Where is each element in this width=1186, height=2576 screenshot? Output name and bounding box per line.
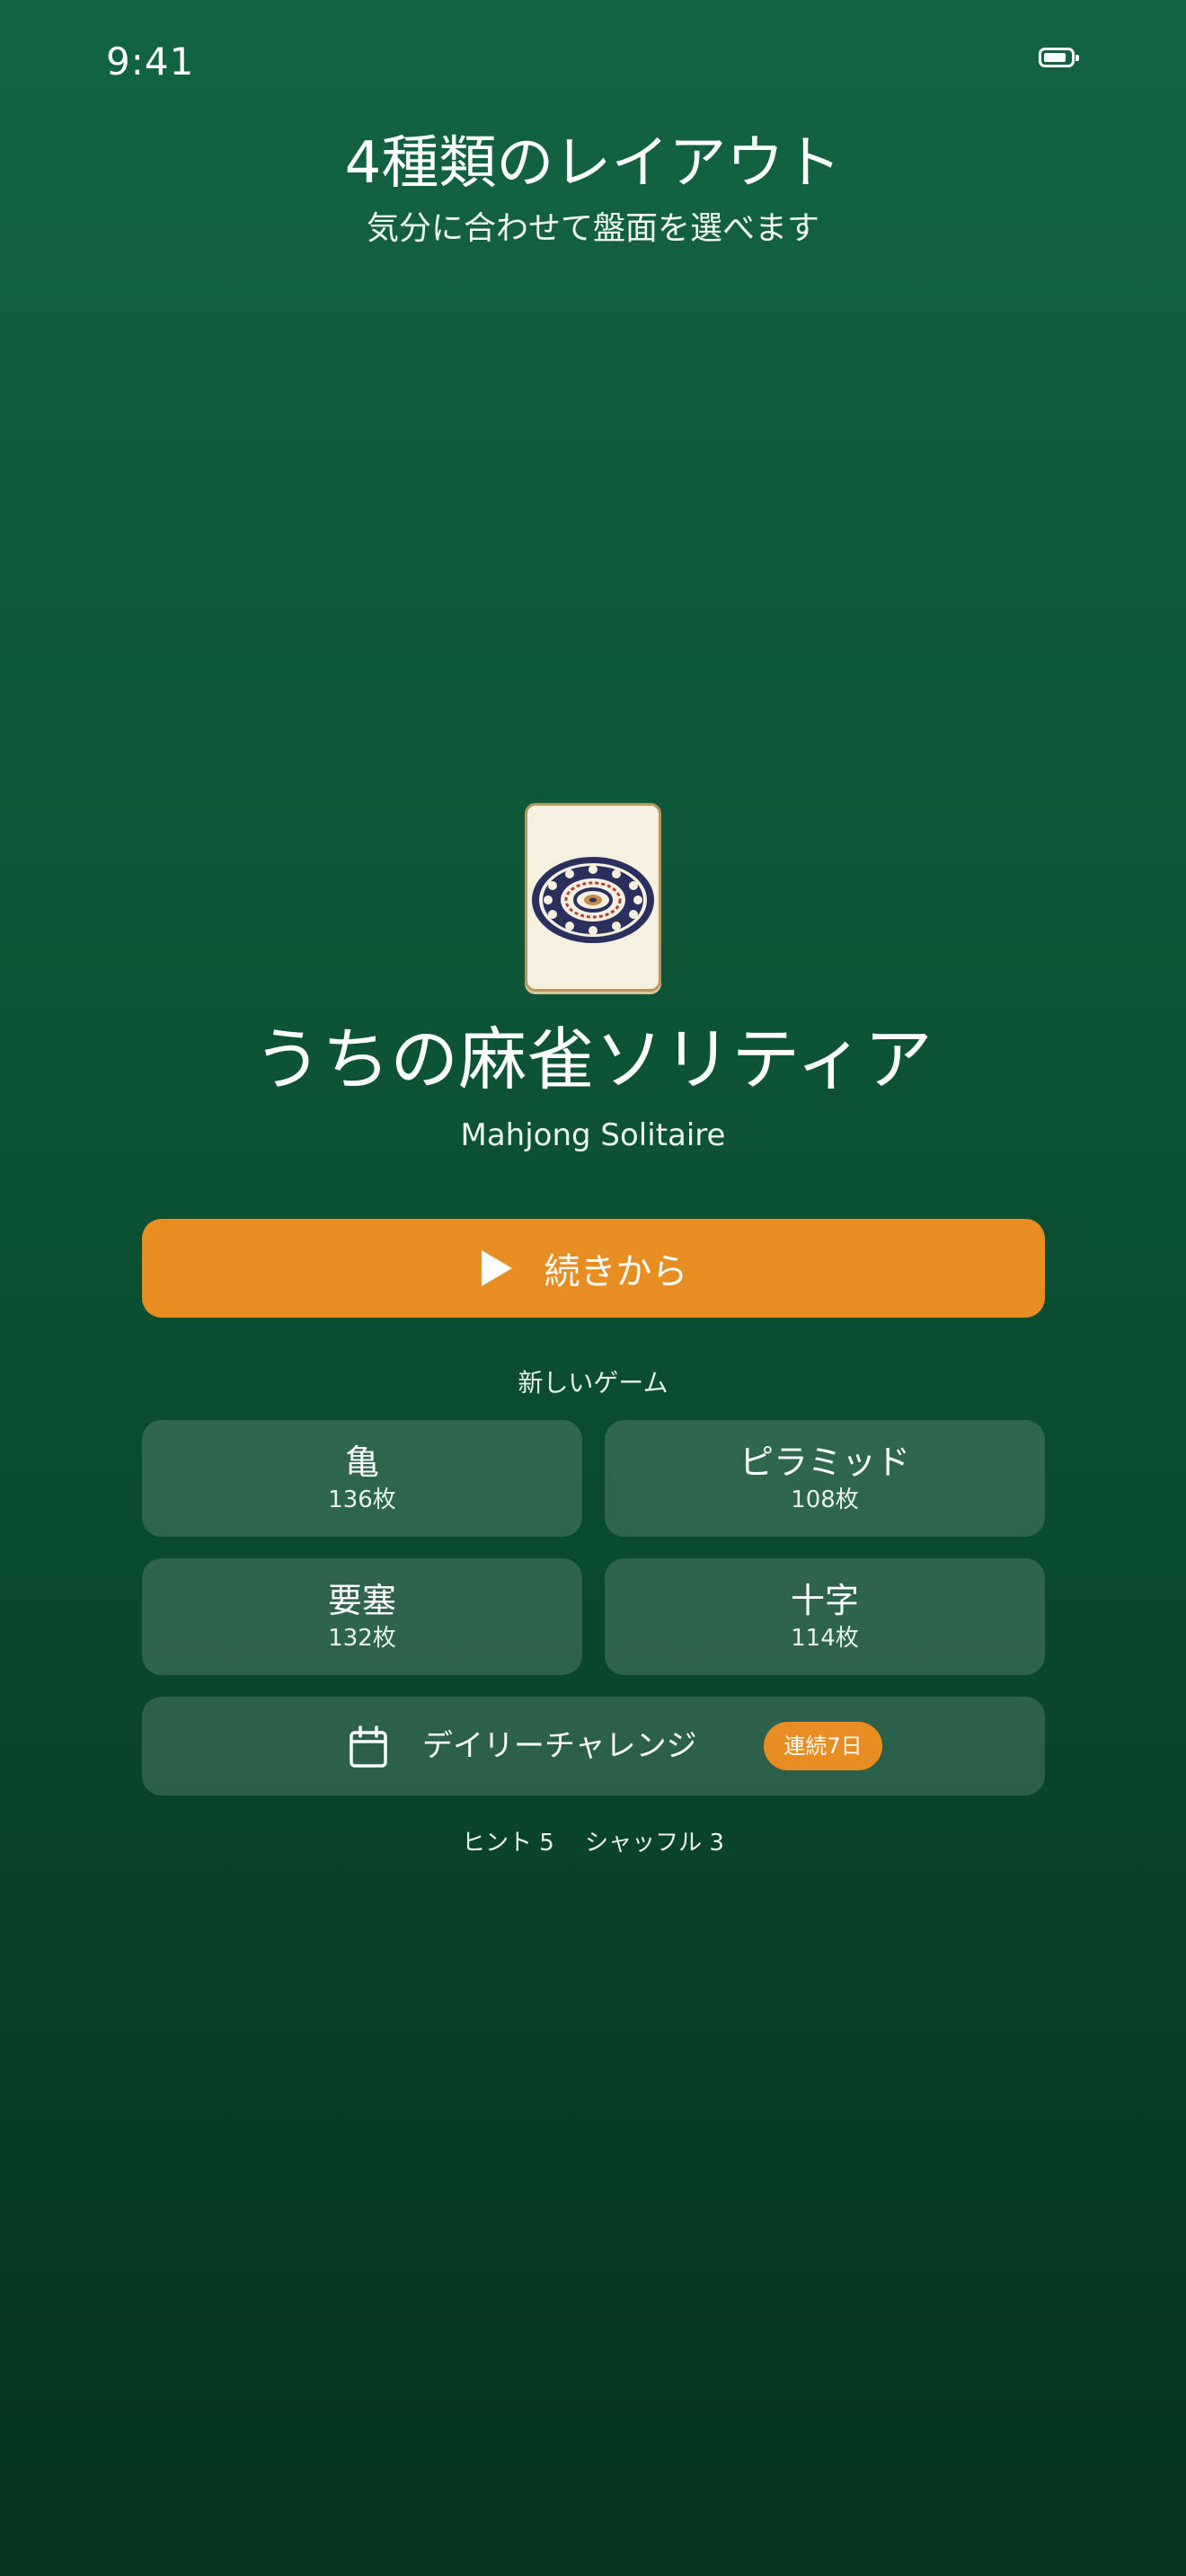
daily-challenge-button[interactable]: デイリーチャレンジ 連続7日 — [142, 1697, 1045, 1795]
layout-button-cross[interactable]: 十字 114枚 — [605, 1558, 1045, 1675]
continue-button-label: 続きから — [544, 1251, 688, 1292]
layout-button-turtle[interactable]: 亀 136枚 — [142, 1420, 582, 1537]
battery-icon — [1039, 48, 1079, 67]
calendar-icon — [350, 1725, 387, 1768]
layout-name: 要塞 — [327, 1581, 396, 1620]
layout-button-pyramid[interactable]: ピラミッド 108枚 — [605, 1420, 1045, 1537]
layout-button-fortress[interactable]: 要塞 132枚 — [142, 1558, 582, 1675]
app-title: うちの麻雀ソリティア — [253, 1019, 933, 1099]
continue-button[interactable]: 続きから — [142, 1219, 1045, 1318]
new-game-section-label: 新しいゲーム — [518, 1368, 668, 1398]
status-bar-time: 9:41 — [106, 40, 195, 84]
layout-name: ピラミッド — [739, 1442, 910, 1482]
hint-shuffle-counts: ヒント 5 シャッフル 3 — [462, 1830, 724, 1857]
layout-name: 亀 — [344, 1442, 379, 1482]
app-subtitle: Mahjong Solitaire — [460, 1117, 726, 1153]
play-icon — [481, 1250, 512, 1286]
layout-name: 十字 — [790, 1581, 859, 1620]
daily-challenge-label: デイリーチャレンジ — [422, 1728, 697, 1764]
promo-title: 4種類のレイアウト — [344, 130, 842, 197]
promo-subtitle: 気分に合わせて盤面を選べます — [366, 210, 819, 247]
layout-tile-count: 108枚 — [791, 1486, 859, 1513]
streak-badge: 連続7日 — [764, 1722, 882, 1770]
layout-tile-count: 114枚 — [791, 1625, 859, 1652]
layout-tile-count: 136枚 — [328, 1486, 396, 1513]
mahjong-tile-icon — [525, 803, 661, 992]
layout-tile-count: 132枚 — [328, 1625, 396, 1652]
